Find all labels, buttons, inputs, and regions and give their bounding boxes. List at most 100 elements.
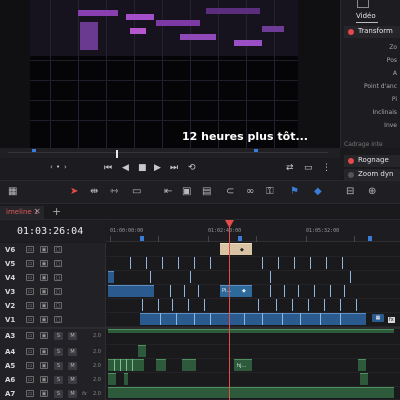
lock-track-icon[interactable]: ▭ [26, 376, 34, 383]
insert-clip-icon[interactable]: ⇤ [164, 186, 172, 197]
video-clip-main[interactable] [140, 313, 366, 325]
video-clip[interactable] [108, 271, 114, 283]
lock-track-icon[interactable]: ▭ [26, 260, 34, 267]
auto-select-icon[interactable]: ▣ [40, 348, 48, 355]
inspector-row-zoom[interactable]: Zo [389, 44, 397, 51]
solo-button[interactable]: S [54, 376, 63, 384]
jog-dot-icon[interactable]: • [56, 163, 60, 171]
inspector-row-smart-reframe[interactable]: Cadrage inte [344, 141, 383, 148]
close-tab-icon[interactable]: ✕ [34, 207, 41, 216]
enable-track-icon[interactable]: ▢ [54, 288, 62, 295]
inspector-row-tilt[interactable]: Inclinais [373, 109, 397, 116]
audio-clip[interactable] [358, 359, 366, 371]
inspector-section-cropping[interactable]: Rognage [344, 155, 400, 167]
lock-track-icon[interactable]: ▭ [26, 348, 34, 355]
current-timecode[interactable]: 01:03:26:04 [17, 226, 83, 237]
lock-track-icon[interactable]: ▭ [26, 332, 34, 339]
mute-button[interactable]: M [68, 376, 77, 384]
enable-dot-icon[interactable] [348, 172, 354, 178]
timeline-ruler[interactable] [106, 220, 400, 242]
audio-clip[interactable] [108, 387, 394, 398]
audio-clip[interactable] [124, 373, 128, 385]
scrub-playhead[interactable] [116, 150, 118, 158]
position-lock-icon[interactable]: ⚿ [266, 186, 274, 197]
video-tab-icon[interactable] [357, 0, 369, 8]
audio-clip[interactable] [182, 359, 196, 371]
audio-clip[interactable] [108, 329, 394, 333]
jog-right-icon[interactable]: › [64, 163, 67, 171]
jog-left-icon[interactable]: ‹ [50, 163, 53, 171]
snapping-magnet-icon[interactable]: ⊂ [226, 186, 234, 197]
inspector-section-transform[interactable]: Transform [344, 26, 400, 38]
inspector-row-flip[interactable]: Inve [384, 122, 397, 129]
enable-track-icon[interactable]: ▢ [54, 260, 62, 267]
add-tab-icon[interactable]: + [52, 205, 61, 218]
timeline-marker[interactable] [368, 236, 372, 241]
enable-track-icon[interactable]: ▢ [54, 316, 62, 323]
loop-icon[interactable]: ⟲ [188, 163, 196, 173]
lock-track-icon[interactable]: ▭ [26, 362, 34, 369]
auto-select-icon[interactable]: ▣ [40, 302, 48, 309]
flag-icon[interactable]: ⚑ [290, 186, 299, 197]
enable-dot-icon[interactable] [348, 29, 354, 35]
keyframe-diamond-icon[interactable]: ◆ [242, 288, 246, 294]
timeline-view-icon[interactable]: ⊟ [346, 186, 354, 197]
go-to-end-icon[interactable]: ⏭ [170, 163, 178, 173]
inspector-row-angle[interactable]: A [393, 70, 397, 77]
play-reverse-icon[interactable]: ◀ [122, 163, 129, 173]
mute-button[interactable]: M [68, 390, 77, 398]
layout-icon[interactable]: ▦ [8, 186, 17, 197]
auto-select-icon[interactable]: ▣ [40, 288, 48, 295]
match-frame-icon[interactable]: ⇄ [286, 163, 294, 173]
audio-clip[interactable] [138, 345, 146, 357]
timeline-playhead[interactable] [229, 222, 230, 400]
enable-track-icon[interactable]: ▢ [54, 274, 62, 281]
lock-track-icon[interactable]: ▭ [26, 316, 34, 323]
lock-track-icon[interactable]: ▭ [26, 274, 34, 281]
inspector-tab-video[interactable]: Vidéo [356, 12, 376, 20]
auto-select-icon[interactable]: ▣ [40, 260, 48, 267]
trim-tool-icon[interactable]: ⇹ [90, 186, 98, 197]
play-icon[interactable]: ▶ [154, 163, 161, 173]
video-clip[interactable] [108, 285, 154, 297]
viewer-options-icon[interactable]: ⋮ [322, 163, 331, 173]
enable-track-icon[interactable]: ▢ [54, 246, 62, 253]
auto-select-icon[interactable]: ▣ [40, 274, 48, 281]
overwrite-clip-icon[interactable]: ▣ [182, 186, 191, 197]
blade-tool-icon[interactable]: ▭ [132, 186, 141, 197]
timeline-marker[interactable] [140, 236, 144, 241]
marker-icon[interactable]: ◆ [314, 186, 322, 197]
auto-select-icon[interactable]: ▣ [40, 362, 48, 369]
enable-dot-icon[interactable] [348, 158, 354, 164]
stop-icon[interactable]: ■ [138, 163, 147, 173]
mute-button[interactable]: M [68, 362, 77, 370]
audio-clip[interactable] [108, 373, 116, 385]
solo-button[interactable]: S [54, 348, 63, 356]
solo-button[interactable]: S [54, 390, 63, 398]
lock-track-icon[interactable]: ▭ [26, 288, 34, 295]
lock-track-icon[interactable]: ▭ [26, 390, 34, 397]
audio-clip[interactable] [360, 373, 368, 385]
auto-select-icon[interactable]: ▣ [40, 316, 48, 323]
linked-selection-icon[interactable]: ∞ [246, 186, 254, 197]
viewer-scrub-bar[interactable] [0, 148, 340, 158]
enable-track-icon[interactable]: ▢ [54, 302, 62, 309]
mute-button[interactable]: M [68, 332, 77, 340]
zoom-icon[interactable]: ⊕ [368, 186, 376, 197]
selection-tool-icon[interactable]: ➤ [70, 186, 78, 197]
auto-select-icon[interactable]: ▣ [40, 246, 48, 253]
video-clip[interactable] [220, 243, 252, 255]
auto-select-icon[interactable]: ▣ [40, 376, 48, 383]
mute-button[interactable]: M [68, 348, 77, 356]
dynamic-trim-icon[interactable]: ⇿ [110, 186, 118, 197]
inspector-row-anchor[interactable]: Point d'anc [364, 83, 397, 90]
inspector-row-pitch[interactable]: Pi [392, 96, 397, 103]
auto-select-icon[interactable]: ▣ [40, 390, 48, 397]
cinema-mode-icon[interactable]: ▭ [304, 163, 313, 173]
replace-clip-icon[interactable]: ▤ [202, 186, 211, 197]
audio-clip[interactable] [156, 359, 166, 371]
auto-select-icon[interactable]: ▣ [40, 332, 48, 339]
timeline-marker[interactable] [238, 236, 242, 241]
go-to-start-icon[interactable]: ⏮ [104, 163, 112, 173]
lock-track-icon[interactable]: ▭ [26, 302, 34, 309]
